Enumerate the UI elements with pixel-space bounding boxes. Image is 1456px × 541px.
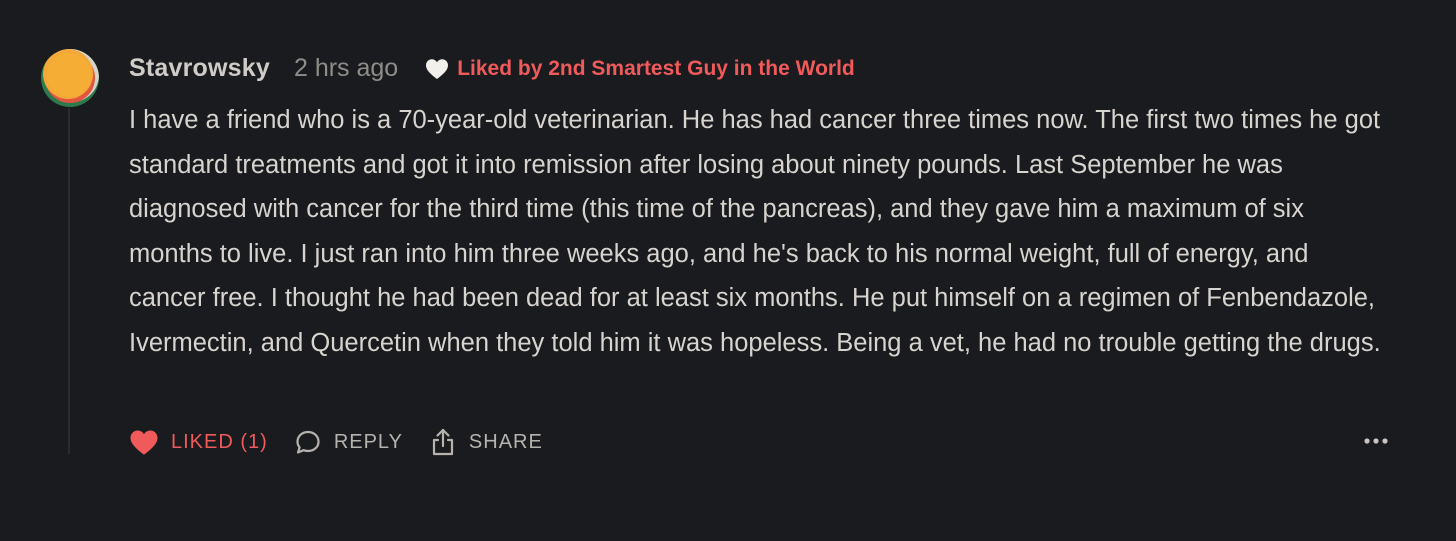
like-label: LIKED (1) xyxy=(171,430,268,453)
comment: Stavrowsky 2 hrs ago Liked by 2nd Smarte… xyxy=(129,50,1399,365)
like-button[interactable]: LIKED (1) xyxy=(129,429,268,456)
heart-filled-icon xyxy=(129,429,159,456)
thread-line xyxy=(68,108,70,454)
ellipsis-icon xyxy=(1363,433,1389,451)
liked-by-text: Liked by 2nd Smartest Guy in the World xyxy=(457,57,855,80)
share-upload-icon xyxy=(429,427,457,457)
comment-meta: Stavrowsky 2 hrs ago Liked by 2nd Smarte… xyxy=(129,50,1399,86)
avatar[interactable] xyxy=(40,48,100,108)
liked-by-badge: Liked by 2nd Smartest Guy in the World xyxy=(425,57,855,81)
share-button[interactable]: SHARE xyxy=(429,427,543,457)
speech-bubble-icon xyxy=(294,428,322,456)
heart-icon xyxy=(425,58,449,80)
author-name[interactable]: Stavrowsky xyxy=(129,54,270,83)
timestamp[interactable]: 2 hrs ago xyxy=(294,54,398,83)
comment-body: I have a friend who is a 70-year-old vet… xyxy=(129,106,1381,357)
more-options-button[interactable] xyxy=(1363,433,1389,451)
reply-label: REPLY xyxy=(333,430,403,453)
reply-button[interactable]: REPLY xyxy=(294,428,403,456)
share-label: SHARE xyxy=(468,430,543,453)
comment-actions: LIKED (1) REPLY SHARE xyxy=(129,424,1389,460)
